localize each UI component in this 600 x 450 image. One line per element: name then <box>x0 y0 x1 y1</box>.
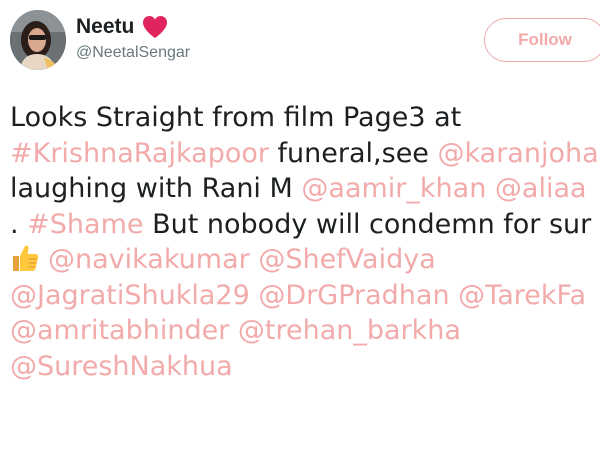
tweet-line-3: laughing with Rani M @aamir_khan @aliaa <box>10 171 600 207</box>
mention-aamir-khan[interactable]: @aamir_khan <box>301 173 486 204</box>
tweet-line-1: Looks Straight from film Page3 at <box>10 100 600 136</box>
follow-button[interactable]: Follow <box>484 18 600 62</box>
tweet-line-5: @navikakumar @ShefVaidya <box>10 242 600 278</box>
avatar-image <box>10 10 66 70</box>
thumbs-up-icon <box>10 243 40 273</box>
tweet-text-segment: funeral,see <box>268 137 438 169</box>
tweet-line-7: @amritabhinder @trehan_barkha <box>10 313 600 349</box>
hashtag-shame[interactable]: #Shame <box>27 209 143 240</box>
tweet-line-2: #KrishnaRajkapoor funeral,see @karanjoha <box>10 136 600 172</box>
tweet-text-segment <box>486 173 495 204</box>
mention-drgpradhan[interactable]: @DrGPradhan <box>258 280 449 311</box>
tweet-text-segment: But nobody will condemn for sur <box>143 208 592 240</box>
mention-trehan-barkha[interactable]: @trehan_barkha <box>238 315 461 346</box>
tweet-header: Neetu @NeetalSengar Follow <box>10 10 600 78</box>
tweet-text-segment: laughing with Rani M <box>10 173 302 204</box>
mention-amritabhinder[interactable]: @amritabhinder <box>10 315 229 346</box>
mention-shefvaidya[interactable]: @ShefVaidya <box>258 244 435 275</box>
mention-navikakumar[interactable]: @navikakumar <box>48 244 250 275</box>
user-names: Neetu @NeetalSengar <box>76 14 190 64</box>
tweet-text-segment: Looks Straight from film Page3 at <box>10 102 462 133</box>
tweet-line-8: @SureshNakhua <box>10 349 600 385</box>
display-name-row: Neetu <box>76 14 190 40</box>
tweet-text-segment <box>229 315 238 346</box>
tweet-card: Neetu @NeetalSengar Follow Looks Straigh… <box>0 0 600 450</box>
tweet-line-6: @JagratiShukla29 @DrGPradhan @TarekFa <box>10 278 600 314</box>
mention-sureshnakhua[interactable]: @SureshNakhua <box>10 351 233 382</box>
tweet-text-segment: . <box>10 208 28 240</box>
mention-karanjohar[interactable]: @karanjoha <box>438 138 599 169</box>
tweet-text: Looks Straight from film Page3 at #Krish… <box>10 100 600 384</box>
avatar[interactable] <box>10 10 66 70</box>
mention-aliaa[interactable]: @aliaa <box>495 173 587 204</box>
tweet-line-4: . #Shame But nobody will condemn for sur <box>10 207 600 243</box>
mention-jagratishukla29[interactable]: @JagratiShukla29 <box>10 280 250 311</box>
display-name[interactable]: Neetu <box>76 14 134 40</box>
hashtag-krishnarajkapoor[interactable]: #KrishnaRajkapoor <box>10 138 269 169</box>
heart-icon <box>142 15 168 39</box>
mention-tarekfatah[interactable]: @TarekFa <box>458 280 586 311</box>
user-handle[interactable]: @NeetalSengar <box>76 42 190 64</box>
tweet-text-segment <box>450 280 459 311</box>
